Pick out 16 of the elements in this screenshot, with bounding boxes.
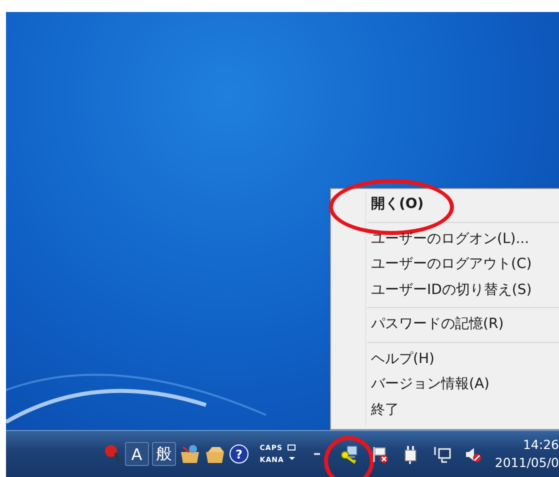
flag-error-icon[interactable]: [370, 444, 390, 464]
ime-mode-button[interactable]: 般: [152, 442, 176, 466]
menu-item[interactable]: ユーザーのログオン(L)...: [331, 226, 559, 252]
menu-item[interactable]: 開く(O): [331, 192, 559, 218]
menu-item[interactable]: ユーザーのログアウト(C): [331, 252, 559, 278]
help-icon[interactable]: ?: [228, 444, 249, 464]
menu-item[interactable]: パスワードの記憶(R): [331, 312, 559, 338]
network-icon[interactable]: [432, 444, 452, 464]
input-mode-button[interactable]: A: [124, 442, 149, 466]
clock-date: 2011/05/0: [494, 454, 559, 472]
key-monitor-icon[interactable]: [340, 444, 359, 464]
menu-item[interactable]: 終了: [331, 398, 559, 423]
menu-item[interactable]: バージョン情報(A): [331, 372, 559, 398]
menu-item[interactable]: ヘルプ(H): [331, 346, 559, 372]
clock-time: 14:26: [522, 436, 559, 454]
menu-item[interactable]: ユーザーIDの切り替え(S): [331, 278, 559, 303]
